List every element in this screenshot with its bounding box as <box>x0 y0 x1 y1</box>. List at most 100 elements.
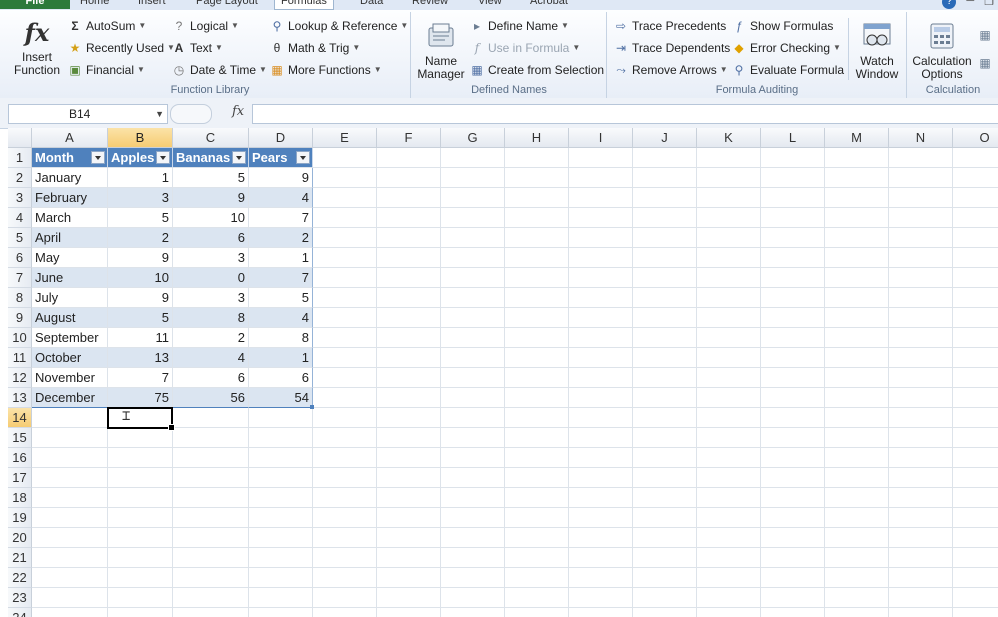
formula-input[interactable] <box>252 104 998 124</box>
cell[interactable] <box>173 588 249 608</box>
cell[interactable] <box>377 568 441 588</box>
cell[interactable] <box>441 608 505 617</box>
cell[interactable] <box>825 568 889 588</box>
cell[interactable] <box>505 188 569 208</box>
watch-window-button[interactable]: Watch Window <box>852 20 902 81</box>
cell[interactable] <box>569 348 633 368</box>
month-cell[interactable]: April <box>32 228 108 248</box>
cell[interactable] <box>633 528 697 548</box>
row-header-4[interactable]: 4 <box>8 208 32 228</box>
month-cell[interactable]: September <box>32 328 108 348</box>
cell[interactable] <box>953 248 998 268</box>
cell[interactable] <box>697 588 761 608</box>
month-cell[interactable]: July <box>32 288 108 308</box>
cell[interactable] <box>313 608 377 617</box>
cell[interactable] <box>173 548 249 568</box>
cell[interactable] <box>761 248 825 268</box>
cell[interactable] <box>953 548 998 568</box>
cell[interactable] <box>889 468 953 488</box>
active-cell-b14[interactable] <box>107 407 175 431</box>
cell[interactable] <box>889 228 953 248</box>
cell[interactable] <box>825 448 889 468</box>
cell[interactable] <box>249 588 313 608</box>
cell[interactable] <box>505 468 569 488</box>
cell[interactable] <box>889 448 953 468</box>
cell[interactable] <box>569 188 633 208</box>
cell[interactable] <box>377 608 441 617</box>
cell[interactable] <box>313 348 377 368</box>
cell[interactable] <box>249 508 313 528</box>
cell[interactable] <box>441 388 505 408</box>
cell[interactable] <box>377 288 441 308</box>
cell[interactable] <box>377 248 441 268</box>
cell[interactable] <box>825 228 889 248</box>
cell[interactable] <box>505 508 569 528</box>
value-cell[interactable]: 1 <box>249 348 313 368</box>
cell[interactable] <box>633 288 697 308</box>
table-header-cell[interactable]: Pears <box>249 148 313 168</box>
cell[interactable] <box>569 528 633 548</box>
cell[interactable] <box>825 548 889 568</box>
cell[interactable] <box>377 528 441 548</box>
cell[interactable] <box>505 488 569 508</box>
value-cell[interactable]: 5 <box>173 168 249 188</box>
row-header-17[interactable]: 17 <box>8 468 32 488</box>
name-manager-button[interactable]: Name Manager <box>416 20 466 81</box>
month-cell[interactable]: December <box>32 388 108 408</box>
value-cell[interactable]: 4 <box>249 188 313 208</box>
cell[interactable] <box>825 508 889 528</box>
cell[interactable] <box>505 588 569 608</box>
row-header-24[interactable]: 24 <box>8 608 32 617</box>
cell[interactable] <box>377 588 441 608</box>
row-header-22[interactable]: 22 <box>8 568 32 588</box>
row-header-15[interactable]: 15 <box>8 428 32 448</box>
cell[interactable] <box>761 348 825 368</box>
cell[interactable] <box>633 388 697 408</box>
cell[interactable] <box>953 508 998 528</box>
cell[interactable] <box>569 608 633 617</box>
tab-page-layout[interactable]: Page Layout <box>196 0 258 9</box>
cell[interactable] <box>441 468 505 488</box>
value-cell[interactable]: 4 <box>249 308 313 328</box>
month-cell[interactable]: January <box>32 168 108 188</box>
cell[interactable] <box>761 228 825 248</box>
row-header-12[interactable]: 12 <box>8 368 32 388</box>
cell[interactable] <box>825 308 889 328</box>
help-icon[interactable]: ? <box>942 0 957 9</box>
cell[interactable] <box>825 188 889 208</box>
use-in-formula-button[interactable]: f Use in Formula ▼ <box>470 39 581 57</box>
cell[interactable] <box>32 488 108 508</box>
cell[interactable] <box>441 268 505 288</box>
cell[interactable] <box>697 248 761 268</box>
cell[interactable] <box>108 528 173 548</box>
cell[interactable] <box>505 548 569 568</box>
cell[interactable] <box>32 408 108 428</box>
remove-arrows-button[interactable]: ⤳ Remove Arrows ▼ <box>614 61 727 79</box>
chevron-down-icon[interactable]: ▼ <box>155 105 164 123</box>
cell[interactable] <box>173 608 249 617</box>
row-header-5[interactable]: 5 <box>8 228 32 248</box>
tab-insert[interactable]: Insert <box>138 0 166 9</box>
cell[interactable] <box>697 508 761 528</box>
cell[interactable] <box>569 508 633 528</box>
value-cell[interactable]: 7 <box>249 208 313 228</box>
cell[interactable] <box>761 468 825 488</box>
cell[interactable] <box>108 588 173 608</box>
cell[interactable] <box>633 428 697 448</box>
cell[interactable] <box>313 168 377 188</box>
cell[interactable] <box>953 608 998 617</box>
math-trig-button[interactable]: θ Math & Trig ▼ <box>270 39 361 57</box>
cell[interactable] <box>313 408 377 428</box>
cell[interactable] <box>825 328 889 348</box>
month-cell[interactable]: March <box>32 208 108 228</box>
row-header-16[interactable]: 16 <box>8 448 32 468</box>
cell[interactable] <box>889 428 953 448</box>
row-header-7[interactable]: 7 <box>8 268 32 288</box>
cell[interactable] <box>249 548 313 568</box>
cell[interactable] <box>377 168 441 188</box>
cell[interactable] <box>761 568 825 588</box>
cell[interactable] <box>953 528 998 548</box>
value-cell[interactable]: 9 <box>108 248 173 268</box>
cell[interactable] <box>313 428 377 448</box>
value-cell[interactable]: 9 <box>249 168 313 188</box>
